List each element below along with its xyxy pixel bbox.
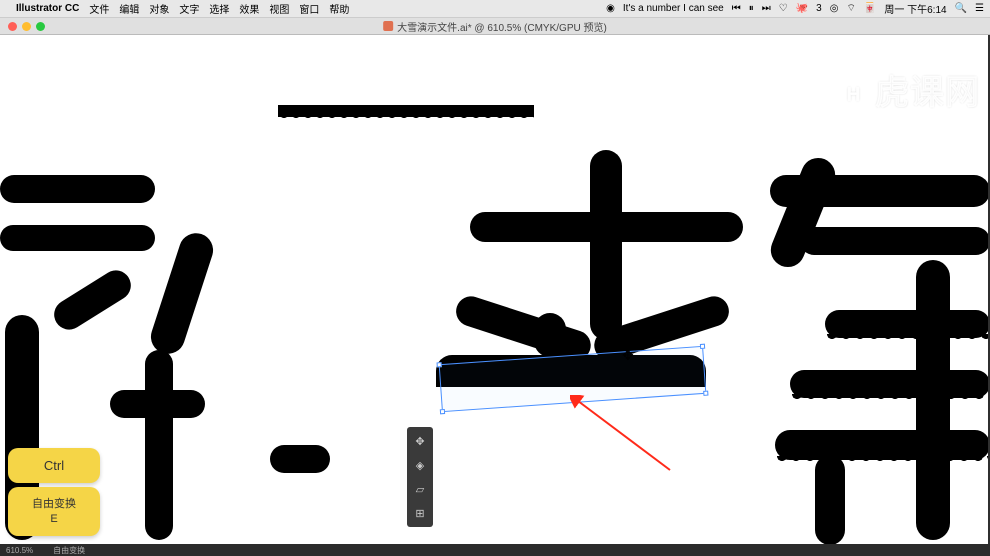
menu-object[interactable]: 对象 <box>149 1 169 16</box>
key-hint-tool: 自由变换 E <box>8 487 100 536</box>
watermark-text: 虎课网 <box>875 74 980 112</box>
ai-file-icon <box>383 21 393 31</box>
keystroke-overlay: Ctrl 自由变换 E <box>8 448 100 536</box>
selection-handle-tl[interactable] <box>437 362 442 367</box>
key-hint-tool-key: E <box>24 512 84 526</box>
status-tool: 自由变换 <box>53 545 85 556</box>
status-bar: 610.5% 自由变换 <box>0 544 990 556</box>
notification-count[interactable]: 3 <box>816 3 822 14</box>
document-title-text: 大雪演示文件.ai* @ 610.5% (CMYK/GPU 预览) <box>397 19 607 34</box>
artwork-center-leg-left[interactable] <box>452 292 594 364</box>
status-zoom[interactable]: 610.5% <box>6 546 33 555</box>
macos-menubar: Illustrator CC 文件 编辑 对象 文字 选择 效果 视图 窗口 帮… <box>0 0 990 18</box>
maximize-window-button[interactable] <box>36 22 45 31</box>
wifi-icon[interactable]: ⌔ <box>846 2 855 15</box>
annotation-arrow <box>570 395 680 475</box>
minimize-window-button[interactable] <box>22 22 31 31</box>
key-hint-tool-label: 自由变换 <box>24 497 84 511</box>
notification-center-icon[interactable]: ☰ <box>975 3 984 14</box>
document-title: 大雪演示文件.ai* @ 610.5% (CMYK/GPU 预览) <box>383 19 607 34</box>
artwork-center-horiz[interactable] <box>470 212 743 242</box>
watermark: 虎课网 <box>837 65 980 114</box>
media-next-icon[interactable]: ⏭ <box>762 3 771 14</box>
menubar-right: ◉ It's a number I can see ⏮ ⏸ ⏭ ♡ 🐙 3 ◎ … <box>606 1 984 16</box>
canvas[interactable]: ✥ ✥ ◈ ▱ ⊞ 虎课网 <box>0 35 990 546</box>
menubar-left: Illustrator CC 文件 编辑 对象 文字 选择 效果 视图 窗口 帮… <box>6 1 349 16</box>
media-pause-icon[interactable]: ⏸ <box>749 3 754 14</box>
menu-help[interactable]: 帮助 <box>329 1 349 16</box>
clock[interactable]: 周一 下午6:14 <box>884 1 946 16</box>
heart-icon[interactable]: ♡ <box>779 3 788 14</box>
menu-type[interactable]: 文字 <box>179 1 199 16</box>
menu-effect[interactable]: 效果 <box>239 1 259 16</box>
window-controls <box>0 22 45 31</box>
input-source-icon[interactable]: 🀄 <box>864 3 876 14</box>
window-titlebar: 大雪演示文件.ai* @ 610.5% (CMYK/GPU 预览) <box>0 18 990 35</box>
menu-edit[interactable]: 编辑 <box>119 1 139 16</box>
menu-view[interactable]: 视图 <box>269 1 289 16</box>
free-transform-tool[interactable]: ✥ <box>409 430 431 452</box>
selection-handle-br[interactable] <box>703 391 708 396</box>
key-hint-ctrl: Ctrl <box>8 448 100 483</box>
spotlight-icon[interactable]: 🔍 <box>955 3 967 14</box>
app-name[interactable]: Illustrator CC <box>16 3 79 14</box>
free-distort-tool[interactable]: ▱ <box>409 478 431 500</box>
move-cursor-icon: ✥ <box>622 347 634 364</box>
watermark-logo-icon <box>837 78 871 112</box>
perspective-distort-tool[interactable]: ◈ <box>409 454 431 476</box>
menu-window[interactable]: 窗口 <box>299 1 319 16</box>
selection-handle-tr[interactable] <box>700 344 705 349</box>
octopus-icon[interactable]: 🐙 <box>796 3 808 14</box>
menu-file[interactable]: 文件 <box>89 1 109 16</box>
media-prev-icon[interactable]: ⏮ <box>732 3 741 14</box>
puppet-warp-tool[interactable]: ⊞ <box>409 502 431 524</box>
selection-handle-bl[interactable] <box>440 409 445 414</box>
artwork-center-vert[interactable] <box>590 150 622 340</box>
screen-record-icon[interactable]: ◉ <box>606 3 615 14</box>
menu-select[interactable]: 选择 <box>209 1 229 16</box>
now-playing[interactable]: It's a number I can see <box>623 3 724 14</box>
airdrop-icon[interactable]: ◎ <box>830 3 839 14</box>
free-transform-panel[interactable]: ✥ ◈ ▱ ⊞ <box>407 427 433 527</box>
close-window-button[interactable] <box>8 22 17 31</box>
artwork-top-wave[interactable] <box>278 105 534 117</box>
